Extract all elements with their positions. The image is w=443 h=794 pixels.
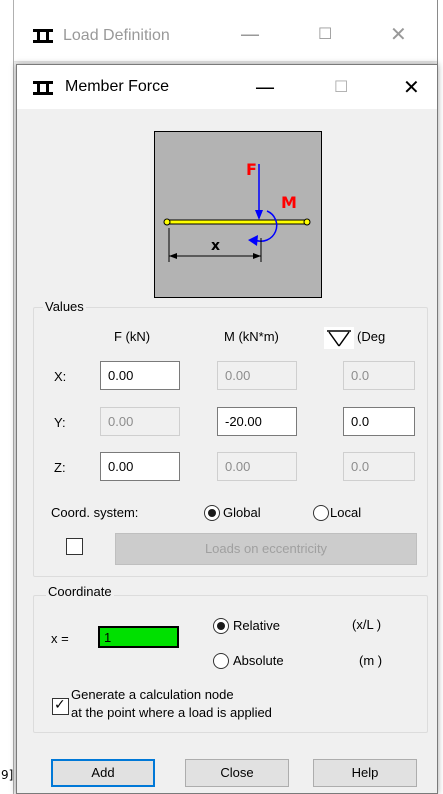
minimize-icon[interactable]: — <box>255 75 275 99</box>
force-label: F <box>246 160 257 179</box>
app-icon <box>33 29 53 43</box>
help-button[interactable]: Help <box>313 759 417 787</box>
maximize-icon[interactable]: ☐ <box>334 77 348 96</box>
angle-icon <box>324 327 354 349</box>
background-text-fragment: 9] <box>1 768 14 782</box>
position-label: x <box>211 238 220 254</box>
coordinate-legend: Coordinate <box>46 584 114 599</box>
generate-node-label-line2[interactable]: at the point where a load is applied <box>71 705 272 720</box>
moment-column-header: M (kN*m) <box>224 329 279 344</box>
absolute-radio[interactable] <box>213 653 229 669</box>
member-force-dialog: Member Force — ☐ ✕ F M x Values F (kN) M… <box>16 64 438 794</box>
force-y-input: 0.00 <box>100 407 180 436</box>
beam-start-node <box>163 218 171 226</box>
relative-unit-label: (x/L ) <box>352 617 382 632</box>
local-radio-label[interactable]: Local <box>330 505 361 520</box>
dialog-title: Member Force <box>65 78 170 95</box>
row-label-y: Y: <box>54 415 66 430</box>
force-column-header: F (kN) <box>114 329 151 344</box>
row-label-z: Z: <box>54 460 66 475</box>
row-label-x: X: <box>54 369 67 384</box>
dialog-titlebar: Member Force — ☐ ✕ <box>17 65 437 109</box>
global-radio-label[interactable]: Global <box>223 505 261 520</box>
relative-radio-label[interactable]: Relative <box>233 618 280 633</box>
close-icon[interactable]: ✕ <box>390 22 407 46</box>
load-definition-title: Load Definition <box>63 27 170 44</box>
loads-on-eccentricity-button: Loads on eccentricity <box>115 533 417 565</box>
local-radio[interactable] <box>313 505 329 521</box>
generate-node-checkbox[interactable]: ✓ <box>52 697 69 715</box>
x-coordinate-input[interactable]: 1 <box>98 626 179 648</box>
load-definition-titlebar: Load Definition — ☐ ✕ <box>0 0 443 62</box>
eccentricity-checkbox[interactable] <box>66 538 83 555</box>
angle-z-input: 0.0 <box>343 452 415 481</box>
coord-system-label: Coord. system: <box>51 505 139 520</box>
values-legend: Values <box>43 299 86 314</box>
close-icon[interactable]: ✕ <box>403 75 420 99</box>
app-icon <box>33 81 53 95</box>
angle-y-input[interactable]: 0.0 <box>343 407 415 436</box>
relative-radio[interactable] <box>213 618 229 634</box>
member-force-diagram: F M x <box>154 131 322 298</box>
angle-x-input: 0.0 <box>343 361 415 390</box>
checkmark-icon: ✓ <box>54 697 66 713</box>
maximize-icon[interactable]: ☐ <box>318 24 332 43</box>
moment-label: M <box>281 193 297 212</box>
moment-x-input: 0.00 <box>217 361 297 390</box>
moment-y-input[interactable]: -20.00 <box>217 407 297 436</box>
global-radio[interactable] <box>204 505 220 521</box>
generate-node-label-line1[interactable]: Generate a calculation node <box>71 687 234 702</box>
x-equals-label: x = <box>51 631 69 646</box>
beam-end-node <box>303 218 311 226</box>
diagram-drawing: F M x <box>163 160 311 262</box>
force-x-input[interactable]: 0.00 <box>100 361 180 390</box>
angle-column-header: (Deg <box>357 329 386 344</box>
absolute-radio-label[interactable]: Absolute <box>233 653 284 668</box>
minimize-icon[interactable]: — <box>240 22 260 46</box>
add-button[interactable]: Add <box>51 759 155 787</box>
moment-z-input: 0.00 <box>217 452 297 481</box>
absolute-unit-label: (m ) <box>359 653 383 668</box>
force-z-input[interactable]: 0.00 <box>100 452 180 481</box>
window-left-edge <box>0 0 14 794</box>
close-button[interactable]: Close <box>185 759 289 787</box>
